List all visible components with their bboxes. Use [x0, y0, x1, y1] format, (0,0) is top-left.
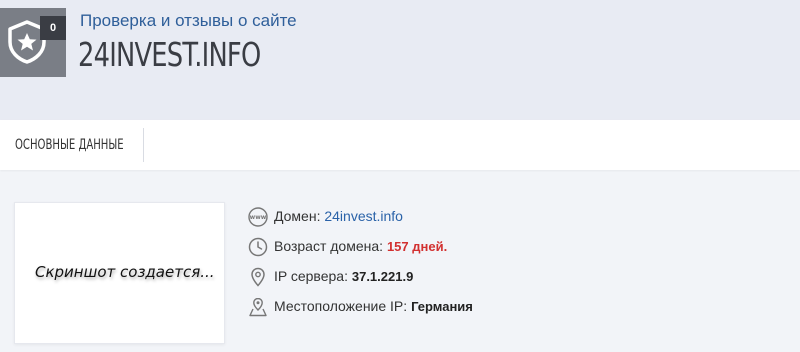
review-count-badge: 0: [40, 16, 66, 40]
page-title: 24INVEST.INFO: [78, 35, 261, 74]
ip-location-value: Германия: [411, 299, 473, 314]
map-pin-icon: [251, 267, 265, 287]
server-ip-label: IP сервера:: [274, 268, 348, 284]
server-ip-value: 37.1.221.9: [351, 269, 414, 284]
domain-label: Домен:: [274, 208, 321, 224]
tab-label: ОСНОВНЫЕ ДАННЫЕ: [15, 137, 124, 153]
site-screenshot-placeholder: Скриншот создается...: [14, 202, 225, 344]
tab-main-data[interactable]: ОСНОВНЫЕ ДАННЫЕ: [0, 128, 144, 162]
screenshot-status-text: Скриншот создается...: [35, 263, 215, 281]
site-header: 0 Проверка и отзывы о сайте 24INVEST.INF…: [0, 0, 800, 120]
ip-location-label: Местоположение IP:: [274, 298, 408, 314]
svg-text:www: www: [250, 214, 267, 221]
domain-age-label: Возраст домена:: [274, 238, 384, 254]
site-badge: 0: [0, 8, 66, 77]
domain-link[interactable]: 24invest.info: [324, 208, 403, 224]
map-location-icon: [249, 297, 267, 317]
page-subtitle: Проверка и отзывы о сайте: [80, 11, 297, 30]
www-icon: www: [248, 207, 268, 227]
tabs-bar: ОСНОВНЫЕ ДАННЫЕ: [0, 120, 800, 170]
domain-age-value: 157 дней.: [386, 239, 448, 254]
clock-icon: [248, 237, 268, 257]
